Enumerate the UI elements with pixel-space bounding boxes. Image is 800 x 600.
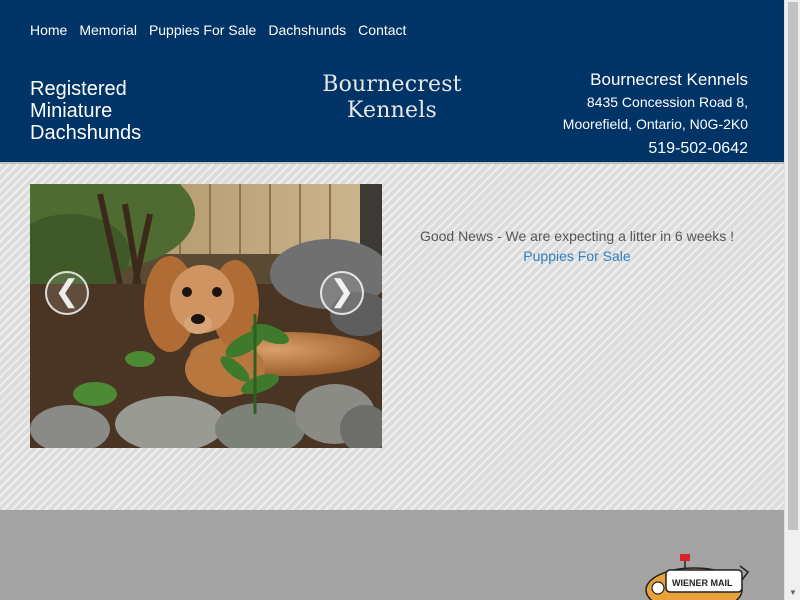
news-message: Good News - We are expecting a litter in… <box>419 228 735 244</box>
contact-block: Bournecrest Kennels 8435 Concession Road… <box>563 69 748 161</box>
contact-name: Bournecrest Kennels <box>590 70 748 89</box>
nav-dachshunds[interactable]: Dachshunds <box>268 21 346 39</box>
puppy-photo <box>30 184 382 448</box>
main-nav: Home Memorial Puppies For Sale Dachshund… <box>30 21 418 39</box>
image-slider: ❮ ❯ <box>30 184 382 448</box>
chevron-right-icon: ❯ <box>329 275 355 308</box>
contact-city: Moorefield, Ontario, N0G-2K0 <box>562 116 748 132</box>
slider-next-button[interactable]: ❯ <box>320 271 364 315</box>
nav-puppies-for-sale[interactable]: Puppies For Sale <box>149 21 256 39</box>
brand-logo-text[interactable]: Bournecrest Kennels <box>300 72 484 124</box>
wiener-mail-illustration: WIENER MAIL <box>645 554 750 600</box>
vertical-scrollbar[interactable]: ▲ ▼ <box>784 0 800 600</box>
contact-street: 8435 Concession Road 8, <box>586 94 748 110</box>
nav-contact[interactable]: Contact <box>358 21 406 39</box>
brand-line: Bournecrest <box>322 72 462 97</box>
scrollbar-thumb[interactable] <box>788 2 798 530</box>
site-footer: WIENER MAIL <box>0 510 784 600</box>
slider-prev-button[interactable]: ❮ <box>45 271 89 315</box>
brand-line: Kennels <box>347 98 437 123</box>
page: Home Memorial Puppies For Sale Dachshund… <box>0 0 784 600</box>
nav-memorial[interactable]: Memorial <box>79 21 137 39</box>
chevron-left-icon: ❮ <box>54 275 80 308</box>
tagline-line: Miniature <box>30 100 113 122</box>
main-content: ❮ ❯ Good News - We are expecting a litte… <box>0 164 784 510</box>
mailbox-label: WIENER MAIL <box>672 578 733 588</box>
tagline-line: Registered <box>30 78 127 100</box>
nav-home[interactable]: Home <box>30 21 67 39</box>
puppies-for-sale-link[interactable]: Puppies For Sale <box>523 246 630 266</box>
tagline-line: Dachshunds <box>30 122 142 144</box>
site-tagline: Registered Miniature Dachshunds <box>30 78 230 144</box>
news-block: Good News - We are expecting a litter in… <box>400 226 754 266</box>
contact-phone[interactable]: 519-502-0642 <box>563 137 748 161</box>
site-header: Home Memorial Puppies For Sale Dachshund… <box>0 0 784 162</box>
scroll-down-arrow[interactable]: ▼ <box>785 586 800 600</box>
